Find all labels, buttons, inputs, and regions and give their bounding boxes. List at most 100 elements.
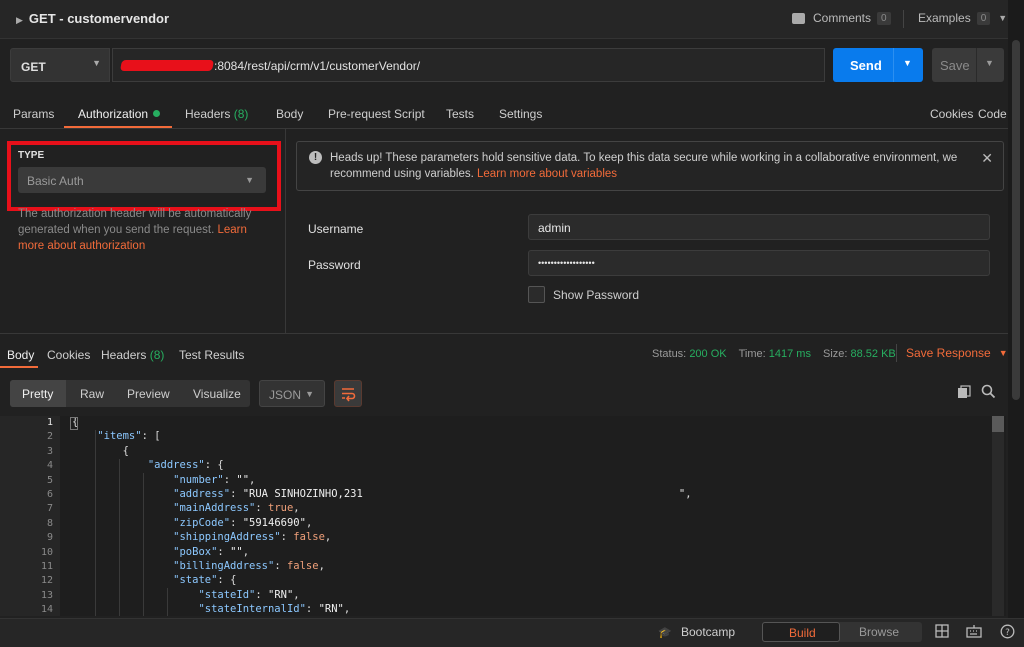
save-label: Save bbox=[940, 58, 970, 73]
username-label: Username bbox=[308, 222, 364, 236]
scrollbar-thumb[interactable] bbox=[992, 416, 1004, 432]
window-scrollbar[interactable] bbox=[1008, 0, 1024, 646]
divider bbox=[896, 344, 897, 362]
format-value: JSON bbox=[269, 388, 302, 402]
caret-right-icon[interactable]: ▶ bbox=[16, 15, 23, 25]
password-label: Password bbox=[308, 258, 361, 272]
view-mode-preview[interactable]: Preview bbox=[127, 387, 170, 401]
code-scrollbar[interactable] bbox=[992, 416, 1004, 616]
info-icon: ! bbox=[309, 151, 322, 164]
response-body-code[interactable]: 1{2 "items": [3 {4 "address": {5 "number… bbox=[0, 416, 1006, 616]
size-label: Size: bbox=[822, 348, 848, 360]
comments-button[interactable]: Comments 0 bbox=[792, 11, 891, 25]
line-number: 10 bbox=[40, 546, 53, 558]
send-button[interactable]: Send ▼ bbox=[833, 48, 923, 82]
line-number: 12 bbox=[40, 575, 53, 587]
view-mode-visualize[interactable]: Visualize bbox=[193, 387, 241, 401]
format-select[interactable]: JSON ▼ bbox=[259, 380, 325, 407]
request-title[interactable]: ▶ GET - customervendor bbox=[16, 11, 169, 26]
response-tab-cookies[interactable]: Cookies bbox=[47, 348, 90, 362]
line-number: 9 bbox=[46, 532, 53, 544]
scrollbar-thumb[interactable] bbox=[1012, 40, 1020, 400]
code-line: "mainAddress": true, bbox=[173, 502, 300, 515]
divider bbox=[0, 333, 1008, 334]
line-number: 1 bbox=[46, 417, 53, 428]
code-line: "address": "RUA SINHOZINHO,231 ", bbox=[173, 488, 692, 500]
examples-count: 0 bbox=[976, 11, 991, 25]
response-tab-body[interactable]: Body bbox=[7, 348, 34, 362]
wrap-lines-button[interactable] bbox=[334, 380, 362, 407]
tab-body[interactable]: Body bbox=[276, 107, 303, 121]
examples-label: Examples bbox=[918, 11, 971, 25]
code-line: "number": "", bbox=[173, 473, 256, 486]
line-number: 3 bbox=[46, 445, 53, 457]
search-icon[interactable] bbox=[981, 384, 996, 399]
username-value: admin bbox=[538, 221, 571, 235]
chevron-down-icon: ▼ bbox=[92, 58, 101, 68]
bracket-match-box bbox=[70, 417, 78, 430]
view-mode-raw[interactable]: Raw bbox=[80, 387, 104, 401]
two-pane-icon[interactable] bbox=[934, 624, 950, 640]
examples-button[interactable]: Examples 0 ▼ bbox=[918, 11, 1007, 25]
divider bbox=[0, 128, 1008, 129]
chevron-down-icon[interactable]: ▼ bbox=[903, 58, 912, 68]
tab-pre-request-script[interactable]: Pre-request Script bbox=[328, 107, 425, 121]
code-line: "billingAddress": false, bbox=[173, 560, 325, 572]
tab-authorization-label: Authorization bbox=[78, 107, 149, 121]
status-value: 200 OK bbox=[689, 348, 727, 360]
status-label: Status: bbox=[652, 348, 687, 360]
url-input[interactable]: :8084/rest/api/crm/v1/customerVendor/ bbox=[112, 48, 825, 82]
browse-button[interactable]: Browse bbox=[859, 625, 899, 639]
view-mode-pretty[interactable]: Pretty bbox=[22, 387, 53, 401]
save-button[interactable]: Save ▼ bbox=[932, 48, 1004, 82]
code-link[interactable]: Code bbox=[978, 107, 1007, 121]
line-number: 4 bbox=[46, 460, 53, 472]
copy-icon[interactable] bbox=[957, 385, 971, 399]
show-password-label[interactable]: Show Password bbox=[553, 288, 639, 302]
build-label: Build bbox=[789, 626, 816, 640]
highlight-box bbox=[7, 141, 281, 211]
comments-count: 0 bbox=[877, 11, 891, 25]
tab-headers[interactable]: Headers (8) bbox=[185, 107, 248, 121]
tab-settings[interactable]: Settings bbox=[499, 107, 542, 121]
username-input[interactable]: admin bbox=[528, 214, 990, 240]
response-tab-test-results[interactable]: Test Results bbox=[179, 348, 244, 362]
code-line: "stateId": "RN", bbox=[198, 588, 300, 601]
send-label: Send bbox=[850, 58, 882, 73]
auth-description: The authorization header will be automat… bbox=[18, 206, 268, 254]
time-label: Time: bbox=[738, 348, 766, 360]
time-value: 1417 ms bbox=[768, 348, 811, 360]
comment-icon bbox=[792, 12, 805, 24]
method-value: GET bbox=[21, 60, 46, 74]
keyboard-icon[interactable] bbox=[966, 624, 982, 640]
response-status-bar: Status: 200 OK Time: 1417 ms Size: 88.52… bbox=[652, 348, 896, 360]
code-line: { bbox=[72, 444, 129, 457]
close-icon[interactable]: ✕ bbox=[981, 150, 993, 167]
panel-divider bbox=[285, 129, 286, 333]
method-select[interactable]: GET ▼ bbox=[10, 48, 110, 82]
active-tab-indicator bbox=[0, 366, 38, 368]
cookies-link[interactable]: Cookies bbox=[930, 107, 973, 121]
save-response-button[interactable]: Save Response ▼ bbox=[906, 346, 1008, 360]
tab-params[interactable]: Params bbox=[13, 107, 54, 121]
bootcamp-link[interactable]: Bootcamp bbox=[681, 625, 735, 639]
tab-tests[interactable]: Tests bbox=[446, 107, 474, 121]
chevron-down-icon[interactable]: ▼ bbox=[985, 58, 994, 68]
divider bbox=[903, 10, 904, 28]
divider bbox=[976, 48, 977, 82]
show-password-checkbox[interactable] bbox=[528, 286, 545, 303]
code-line: "items": [ bbox=[97, 430, 161, 443]
heads-up-text: Heads up! These parameters hold sensitiv… bbox=[330, 152, 958, 180]
response-tab-headers-label: Headers bbox=[101, 348, 147, 362]
help-icon[interactable]: ? bbox=[999, 624, 1015, 640]
password-input[interactable]: •••••••••••••••••• bbox=[528, 250, 990, 276]
active-tab-indicator bbox=[64, 126, 172, 128]
tab-authorization[interactable]: Authorization bbox=[78, 107, 161, 121]
heads-up-text-block: Heads up! These parameters hold sensitiv… bbox=[330, 150, 970, 182]
build-button[interactable]: Build bbox=[762, 622, 840, 642]
response-tab-headers[interactable]: Headers (8) bbox=[101, 348, 164, 362]
learn-more-variables-link[interactable]: Learn more about variables bbox=[477, 168, 617, 180]
line-number: 5 bbox=[46, 474, 53, 486]
tab-headers-label: Headers bbox=[185, 107, 231, 121]
redaction-mark bbox=[120, 60, 214, 71]
